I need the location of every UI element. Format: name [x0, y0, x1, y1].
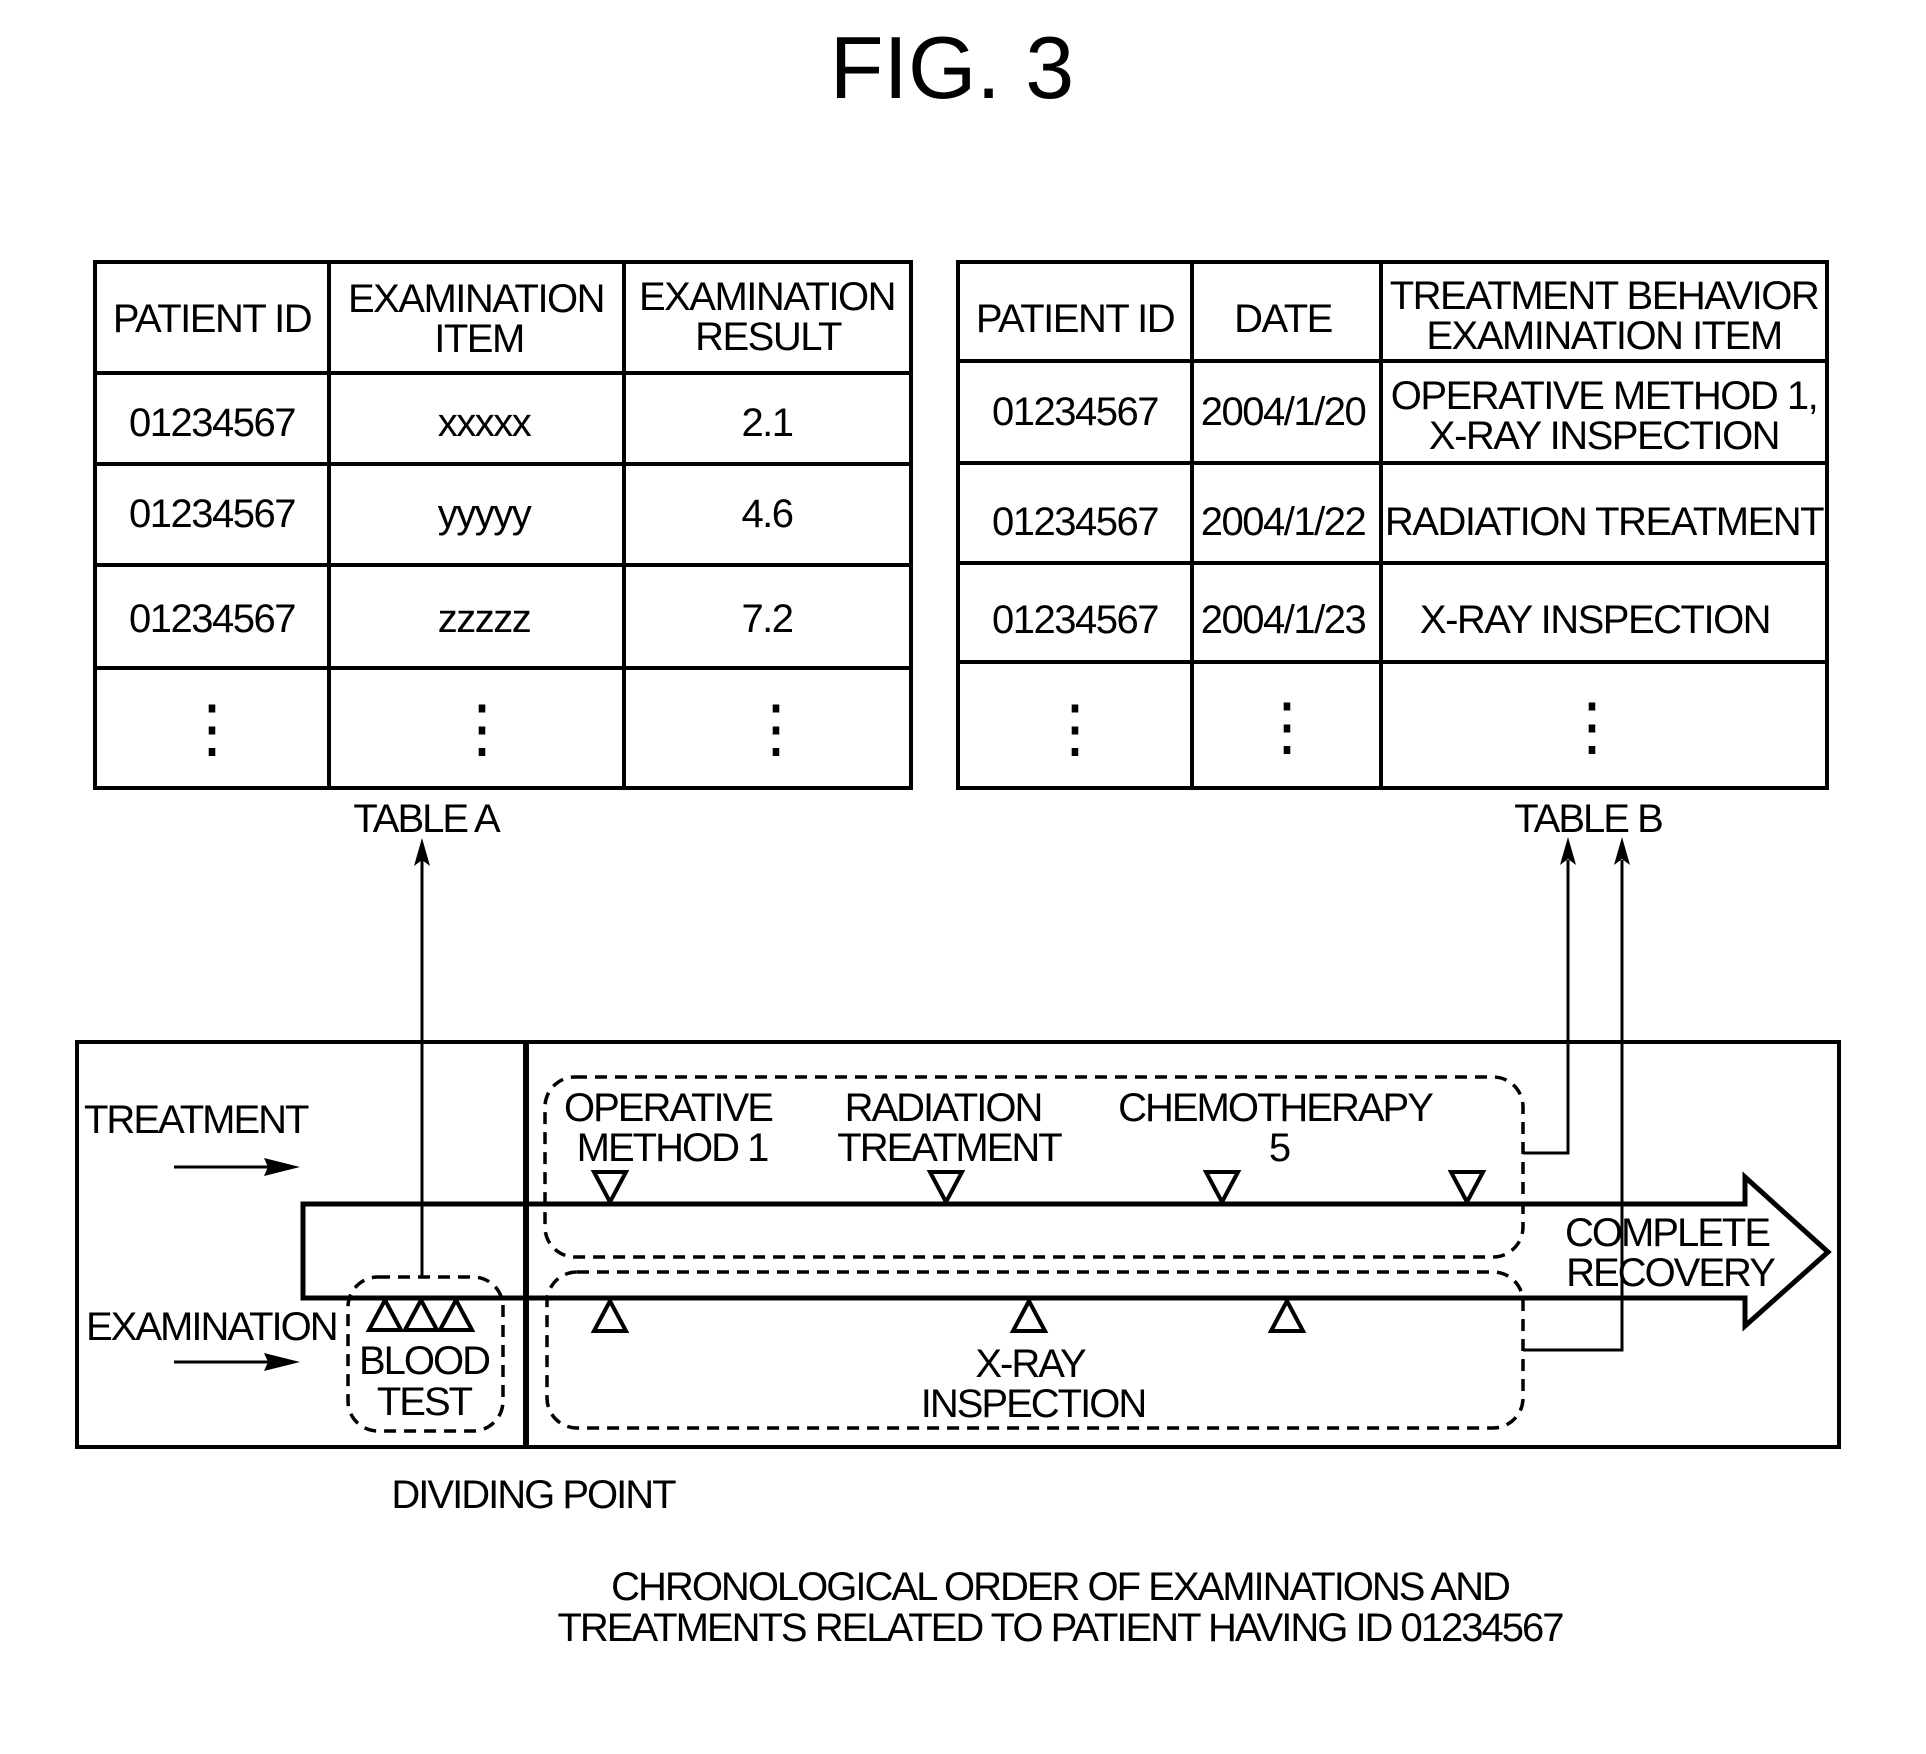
xray-label-line1: X-RAY: [975, 1342, 1086, 1386]
caption-line1: CHRONOLOGICAL ORDER OF EXAMINATIONS AND: [611, 1565, 1509, 1609]
treatment-row-label: TREATMENT: [84, 1098, 309, 1142]
ellipsis-vertical: ⋮: [1255, 690, 1319, 762]
table-row: 01234567 xxxxx 2.1: [129, 401, 794, 445]
treatment-marker-icon: [1447, 1170, 1487, 1207]
table-b: PATIENT ID DATE TREATMENT BEHAVIOR EXAMI…: [956, 260, 1829, 841]
ellipsis-vertical: ⋮: [744, 692, 808, 764]
table-a-header-exam-item-line1: EXAMINATION: [348, 277, 604, 321]
table-b-cell-treatment: X-RAY INSPECTION: [1420, 598, 1770, 642]
treatment-event-label-line2: TREATMENT: [837, 1126, 1062, 1170]
table-a-cell-exam-result: 4.6: [741, 492, 792, 536]
treatment-marker-icon: [1202, 1170, 1242, 1207]
table-b-header-treatment-line2: EXAMINATION ITEM: [1426, 314, 1781, 358]
table-a-cell-patient-id: 01234567: [129, 597, 295, 641]
table-a: PATIENT ID EXAMINATION ITEM EXAMINATION …: [93, 260, 913, 841]
table-b-cell-date: 2004/1/22: [1201, 500, 1366, 544]
xray-label-line2: INSPECTION: [921, 1382, 1145, 1426]
dividing-point-label: DIVIDING POINT: [391, 1473, 676, 1517]
exam-marker-icon: [1009, 1296, 1049, 1333]
table-b-cell-treatment-line2: X-RAY INSPECTION: [1429, 414, 1779, 458]
table-a-cell-patient-id: 01234567: [129, 401, 295, 445]
timeline-diagram: TREATMENT EXAMINATION BLOOD TEST OPERATI…: [75, 837, 1841, 1517]
examination-row-label: EXAMINATION: [86, 1305, 337, 1349]
table-b-header-treatment-line1: TREATMENT BEHAVIOR: [1390, 274, 1819, 318]
table-a-cell-exam-item: zzzzz: [438, 597, 531, 641]
table-b-cell-treatment-line1: OPERATIVE METHOD 1,: [1391, 374, 1817, 418]
table-b-cell-patient-id: 01234567: [992, 500, 1158, 544]
table-row: 01234567 2004/1/22 RADIATION TREATMENT: [992, 500, 1826, 544]
examination-arrow-icon: [174, 1353, 300, 1371]
table-b-header-date: DATE: [1234, 297, 1332, 341]
table-row: 01234567 yyyyy 4.6: [129, 492, 794, 536]
table-row: 01234567 2004/1/20 OPERATIVE METHOD 1, X…: [992, 374, 1819, 458]
exam-marker-icon: [1267, 1296, 1307, 1333]
table-b-cell-patient-id: 01234567: [992, 598, 1158, 642]
table-a-header-patient-id: PATIENT ID: [113, 297, 311, 341]
treatment-markers: [590, 1170, 1487, 1207]
table-row: 01234567 zzzzz 7.2: [129, 597, 794, 641]
table-a-label: TABLE A: [353, 797, 501, 841]
ellipsis-vertical: ⋮: [450, 692, 514, 764]
table-a-header-exam-result-line1: EXAMINATION: [639, 275, 895, 319]
table-a-cell-patient-id: 01234567: [129, 492, 295, 536]
blood-test-label-line2: TEST: [377, 1380, 473, 1424]
treatment-event-label-line1: OPERATIVE: [564, 1086, 772, 1130]
link-arrow-treatment-to-table-b: [1523, 837, 1576, 1155]
table-b-cell-date: 2004/1/20: [1201, 390, 1366, 434]
treatment-event-label-line1: RADIATION: [845, 1086, 1042, 1130]
table-a-cell-exam-result: 2.1: [741, 401, 792, 445]
treatment-event-label-line2: 5: [1269, 1126, 1290, 1170]
treatment-marker-icon: [590, 1170, 630, 1207]
ellipsis-vertical: ⋮: [1560, 690, 1624, 762]
table-row-continuation: ⋮ ⋮ ⋮: [180, 692, 808, 764]
table-b-cell-patient-id: 01234567: [992, 390, 1158, 434]
ellipsis-vertical: ⋮: [180, 692, 244, 764]
table-b-header-patient-id: PATIENT ID: [976, 297, 1174, 341]
figure-title: FIG. 3: [830, 18, 1075, 117]
table-a-cell-exam-item: yyyyy: [438, 492, 532, 536]
table-a-header-exam-result-line2: RESULT: [695, 315, 842, 359]
end-label-line2: RECOVERY: [1566, 1251, 1775, 1295]
figure-canvas: FIG. 3 PATIENT ID EXAMINATION ITEM EXAMI…: [75, 18, 1841, 1650]
table-row-continuation: ⋮ ⋮ ⋮: [1043, 690, 1624, 764]
xray-markers: [590, 1296, 1307, 1333]
exam-marker-icon: [365, 1295, 405, 1332]
blood-test-label-line1: BLOOD: [359, 1339, 489, 1383]
table-b-cell-date: 2004/1/23: [1201, 598, 1366, 642]
end-label-line1: COMPLETE: [1565, 1211, 1769, 1255]
treatment-marker-icon: [926, 1170, 966, 1207]
exam-marker-icon: [436, 1295, 476, 1332]
table-a-header-exam-item-line2: ITEM: [434, 317, 524, 361]
table-b-cell-treatment: RADIATION TREATMENT: [1385, 500, 1824, 544]
blood-test-markers: [365, 1295, 476, 1332]
treatment-arrow-icon: [174, 1158, 300, 1176]
table-a-cell-exam-item: xxxxx: [438, 401, 532, 445]
treatment-event-label-line2: METHOD 1: [577, 1126, 768, 1170]
table-a-cell-exam-result: 7.2: [741, 597, 792, 641]
exam-marker-icon: [401, 1295, 441, 1332]
treatment-event-label-line1: CHEMOTHERAPY: [1118, 1086, 1433, 1130]
ellipsis-vertical: ⋮: [1043, 692, 1107, 764]
caption-line2: TREATMENTS RELATED TO PATIENT HAVING ID …: [557, 1606, 1563, 1650]
exam-marker-icon: [590, 1296, 630, 1333]
link-arrow-to-table-a: [414, 838, 430, 1277]
table-b-label: TABLE B: [1514, 797, 1662, 841]
